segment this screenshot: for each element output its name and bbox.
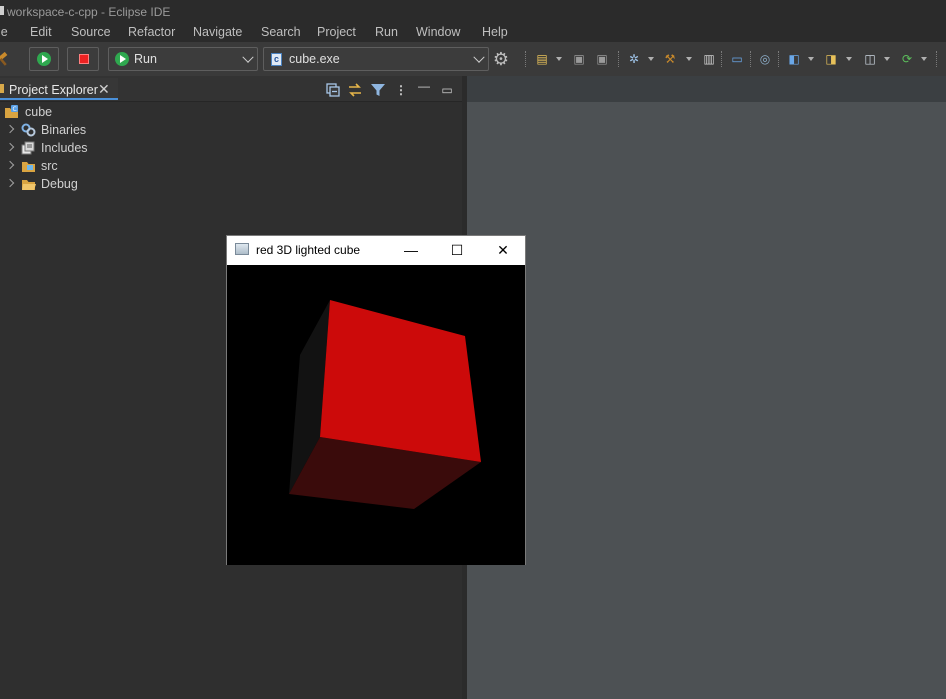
dropdown-arrow-icon[interactable] — [808, 57, 814, 61]
link-with-editor-icon[interactable] — [347, 82, 363, 98]
tree-item-includes[interactable]: Includes — [0, 139, 200, 157]
opengl-canvas[interactable] — [227, 265, 525, 565]
tree-item-binaries[interactable]: Binaries — [0, 121, 200, 139]
editor-area — [467, 102, 946, 699]
glut-window-title: red 3D lighted cube — [256, 243, 361, 257]
tab-project-explorer[interactable]: Project Explorer ✕ — [0, 78, 118, 100]
tree-item-src[interactable]: src — [0, 157, 200, 175]
new-source-folder-icon[interactable]: ◨ — [823, 51, 839, 67]
close-button[interactable]: ✕ — [480, 236, 526, 265]
build-config-icon[interactable]: ✲ — [626, 51, 642, 67]
glut-title-bar[interactable]: red 3D lighted cube — ☐ ✕ — [227, 236, 525, 265]
chevron-right-icon[interactable] — [5, 178, 15, 188]
menu-window[interactable]: Window — [416, 25, 460, 39]
menu-run[interactable]: Run — [375, 25, 398, 39]
folder-icon — [22, 180, 36, 190]
console-icon[interactable]: ▭ — [729, 51, 745, 67]
toolbar-separator — [750, 51, 751, 67]
search-icon[interactable]: ◎ — [757, 51, 773, 67]
collapse-all-icon[interactable] — [325, 82, 341, 98]
chevron-down-icon — [473, 51, 485, 63]
window-title: workspace-c-cpp - Eclipse IDE — [7, 5, 171, 19]
dropdown-arrow-icon[interactable] — [648, 57, 654, 61]
maximize-view-icon[interactable]: ▭ — [439, 82, 455, 98]
chevron-down-icon — [242, 51, 254, 63]
includes-icon — [21, 141, 35, 155]
build-icon[interactable]: ⚒ — [662, 51, 678, 67]
build-hammer-icon[interactable] — [0, 52, 11, 66]
save-all-icon[interactable]: ▣ — [594, 51, 610, 67]
launch-mode-icon — [115, 52, 129, 66]
project-name: cube — [25, 105, 53, 119]
window-app-icon — [235, 243, 249, 255]
project-explorer-icon — [0, 84, 4, 93]
filter-icon[interactable] — [370, 82, 386, 98]
debug-run-button[interactable] — [29, 47, 59, 71]
c-project-folder-icon: C — [5, 105, 18, 118]
tree-label-src: src — [41, 159, 58, 173]
launch-mode-combo[interactable]: Run — [108, 47, 258, 71]
dropdown-arrow-icon[interactable] — [921, 57, 927, 61]
launch-mode-value: Run — [134, 52, 157, 66]
toolbar-separator — [618, 51, 619, 67]
binary-file-icon[interactable]: ▥ — [701, 51, 717, 67]
menu-help[interactable]: Help — [482, 25, 508, 39]
dropdown-arrow-icon[interactable] — [846, 57, 852, 61]
new-c-project-icon[interactable]: ◧ — [786, 51, 802, 67]
new-file-icon[interactable]: ▤ — [534, 51, 550, 67]
minimize-button[interactable]: — — [388, 236, 434, 265]
toolbar-separator — [721, 51, 722, 67]
menu-edit[interactable]: Edit — [30, 25, 52, 39]
tree-label-includes: Includes — [41, 141, 88, 155]
menu-source[interactable]: Source — [71, 25, 111, 39]
dropdown-arrow-icon[interactable] — [686, 57, 692, 61]
menu-file[interactable]: le — [0, 25, 8, 39]
refresh-icon[interactable]: ⟳ — [899, 51, 915, 67]
tab-label: Project Explorer — [9, 83, 98, 97]
svg-text:C: C — [13, 106, 17, 113]
tree-item-project[interactable]: C cube — [0, 103, 200, 121]
close-icon[interactable]: ✕ — [98, 81, 110, 98]
glut-output-window: red 3D lighted cube — ☐ ✕ — [226, 235, 526, 565]
launch-config-gear-icon[interactable]: ⚙ — [491, 49, 511, 69]
maximize-button[interactable]: ☐ — [434, 236, 480, 265]
dropdown-arrow-icon[interactable] — [556, 57, 562, 61]
menu-refactor[interactable]: Refactor — [128, 25, 175, 39]
title-bar: workspace-c-cpp - Eclipse IDE — [0, 0, 946, 22]
tree-label-binaries: Binaries — [41, 123, 87, 137]
toolbar-separator — [778, 51, 779, 67]
launch-target-combo[interactable]: c cube.exe — [263, 47, 489, 71]
minimize-view-icon[interactable]: — — [416, 78, 432, 94]
stop-icon — [79, 54, 89, 64]
toolbar-separator — [936, 51, 937, 67]
save-icon[interactable]: ▣ — [571, 51, 587, 67]
chevron-right-icon[interactable] — [5, 160, 15, 170]
menu-project[interactable]: Project — [317, 25, 356, 39]
tree-item-debug[interactable]: Debug — [0, 175, 200, 193]
eclipse-ide-window: workspace-c-cpp - Eclipse IDE le Edit So… — [0, 0, 946, 699]
dropdown-arrow-icon[interactable] — [884, 57, 890, 61]
new-class-icon[interactable]: ◫ — [862, 51, 878, 67]
chevron-right-icon[interactable] — [5, 124, 15, 134]
view-menu-icon[interactable]: ⋮ — [393, 82, 409, 98]
c-launch-config-icon: c — [271, 53, 282, 66]
run-icon — [37, 52, 51, 66]
binaries-icon — [21, 123, 36, 137]
menu-search[interactable]: Search — [261, 25, 301, 39]
menu-navigate[interactable]: Navigate — [193, 25, 242, 39]
terminate-button[interactable] — [67, 47, 99, 71]
editor-tab-bar — [467, 76, 946, 102]
menu-bar: le Edit Source Refactor Navigate Search … — [0, 22, 946, 42]
chevron-right-icon[interactable] — [5, 142, 15, 152]
source-folder-icon — [22, 162, 35, 172]
eclipse-app-icon — [0, 6, 4, 15]
tree-label-debug: Debug — [41, 177, 78, 191]
toolbar-separator — [525, 51, 526, 67]
launch-target-value: cube.exe — [289, 52, 340, 66]
